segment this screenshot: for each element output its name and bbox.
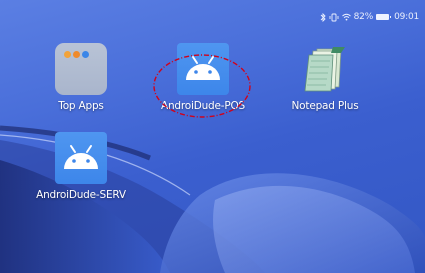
app-top-apps[interactable]: Top Apps [31,43,131,112]
battery-icon [376,14,392,20]
app-notepad-plus[interactable]: Notepad Plus [275,43,375,112]
bluetooth-icon [320,12,326,22]
clock: 09:01 [394,12,419,22]
status-bar: 82% 09:01 [320,10,419,24]
app-label: AndroiDude-SERV [36,189,126,201]
highlight-annotation [153,54,251,118]
folder-icon [55,43,107,95]
battery-percent: 82% [353,12,374,22]
vibrate-icon [329,13,339,22]
app-label: Top Apps [58,100,104,112]
home-screen: 82% 09:01 Top Apps AndroiDude-POS Notepa… [0,0,425,273]
notepad-icon [299,43,351,95]
app-label: Notepad Plus [291,100,359,112]
android-head-icon [55,132,107,184]
app-androidude-serv[interactable]: AndroiDude-SERV [31,132,131,201]
wifi-icon [341,13,351,21]
